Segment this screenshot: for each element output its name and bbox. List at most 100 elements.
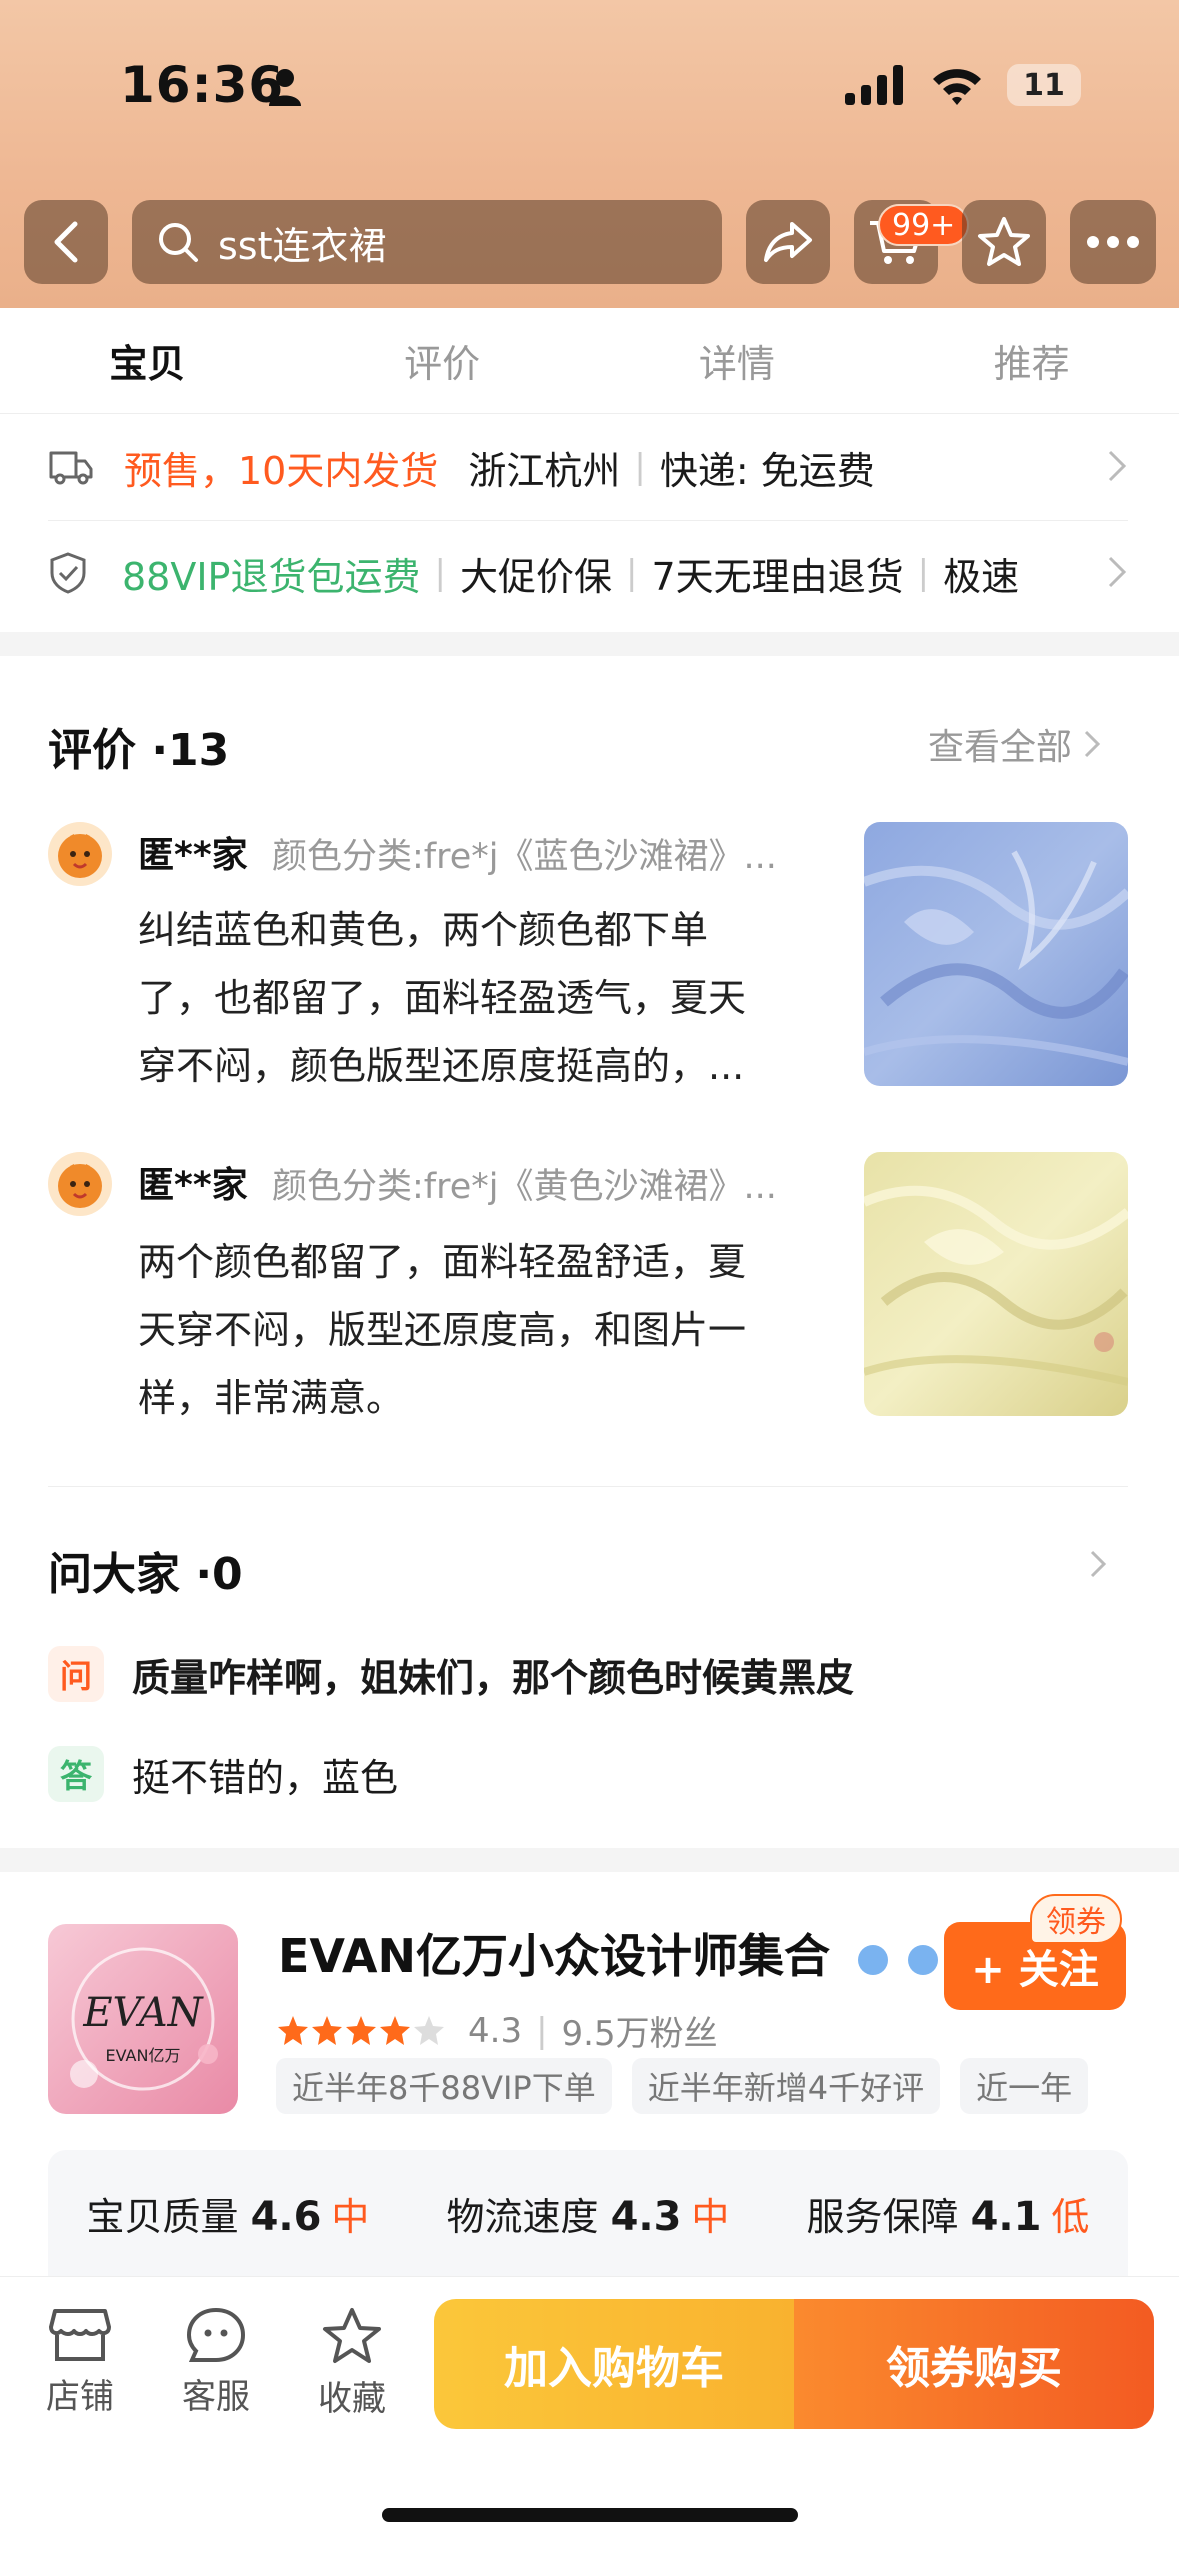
favorite-bottom-button[interactable]: 收藏 bbox=[292, 2307, 412, 2420]
review-line: 了，也都留了，面料轻盈透气，夏天 bbox=[138, 976, 747, 1020]
score-value: 4.1 bbox=[970, 2193, 1042, 2240]
signal-icon bbox=[845, 65, 903, 105]
tab-bar: 宝贝 评价 详情 推荐 bbox=[0, 308, 1179, 414]
shop-tag: 近半年8千88VIP下单 bbox=[276, 2058, 612, 2114]
status-indicators: 11 bbox=[845, 62, 1081, 108]
store-button[interactable]: 店铺 bbox=[20, 2307, 140, 2418]
share-button[interactable] bbox=[746, 200, 830, 284]
share-icon bbox=[764, 222, 812, 262]
presale-text: 预售，10天内发货 bbox=[124, 448, 439, 493]
tab-item[interactable]: 宝贝 bbox=[0, 308, 295, 413]
shop-name-text: EVAN亿万小众设计师集合 bbox=[278, 1929, 830, 1983]
review-spec: 颜色分类:fre*j《蓝色沙滩裙》... bbox=[272, 837, 777, 877]
chat-face-icon bbox=[186, 2307, 246, 2362]
review-text[interactable]: 两个颜色都留了，面料轻盈舒适，夏 天穿不闷，版型还原度高，和图片一 样，非常满意… bbox=[138, 1228, 798, 1432]
favorite-button[interactable] bbox=[962, 200, 1046, 284]
reviews-section: 评价 ·13 查看全部 匿**家 颜色分类:fre*j《蓝色沙滩裙》... 纠结… bbox=[0, 656, 1179, 1848]
score-logistics: 物流速度 4.3 中 bbox=[447, 2186, 730, 2241]
review-line: 天穿不闷，版型还原度高，和图片一 bbox=[138, 1308, 747, 1352]
score-value: 4.6 bbox=[250, 2193, 322, 2240]
separator: | bbox=[917, 553, 930, 593]
see-all-reviews-link[interactable]: 查看全部 bbox=[928, 718, 1102, 770]
score-value: 4.3 bbox=[610, 2193, 682, 2240]
separator: | bbox=[536, 2010, 548, 2051]
shipping-row[interactable]: 预售，10天内发货 浙江杭州 | 快递: 免运费 bbox=[48, 414, 1128, 520]
score-label: 物流速度 bbox=[446, 2194, 599, 2239]
vip-return-text: 88VIP退货包运费 bbox=[122, 554, 421, 599]
score-level: 低 bbox=[1051, 2194, 1090, 2239]
store-label: 店铺 bbox=[46, 2377, 114, 2417]
shop-rating: 4.3 | 9.5万粉丝 bbox=[276, 2006, 718, 2055]
search-text: sst连衣裙 bbox=[218, 223, 387, 268]
chevron-right-icon[interactable] bbox=[1088, 1548, 1108, 1580]
chevron-right-icon bbox=[1108, 450, 1127, 482]
coupon-buy-button[interactable]: 领券购买 bbox=[794, 2299, 1154, 2429]
location-text: 浙江杭州 bbox=[468, 448, 621, 493]
search-icon bbox=[159, 223, 198, 262]
question-text: 质量咋样啊，姐妹们，那个颜色时候黄黑皮 bbox=[132, 1655, 855, 1700]
battery-icon: 11 bbox=[1007, 64, 1081, 106]
services-row[interactable]: 88VIP退货包运费 | 大促价保 | 7天无理由退货 | 极速 bbox=[48, 520, 1128, 626]
shop-scores: 宝贝质量 4.6 中 物流速度 4.3 中 服务保障 4.1 低 bbox=[48, 2150, 1128, 2276]
score-label: 服务保障 bbox=[806, 2194, 959, 2239]
qa-answer-row[interactable]: 答 挺不错的，蓝色 bbox=[48, 1746, 398, 1802]
header: 16:36 11 sst连衣裙 99+ bbox=[0, 0, 1179, 308]
coupon-tag[interactable]: 领券 bbox=[1030, 1894, 1122, 1944]
see-all-label: 查看全部 bbox=[928, 727, 1073, 768]
truck-icon bbox=[49, 451, 93, 485]
store-icon bbox=[49, 2309, 111, 2361]
shop-logo[interactable]: EVAN EVAN亿万 bbox=[48, 1924, 238, 2114]
score-level: 中 bbox=[331, 2194, 370, 2239]
answer-icon: 答 bbox=[48, 1746, 104, 1802]
score-quality: 宝贝质量 4.6 中 bbox=[87, 2186, 370, 2241]
more-button[interactable] bbox=[1070, 200, 1156, 284]
balloon-badge-icon bbox=[858, 1944, 889, 1975]
reviewer-name: 匿**家 bbox=[138, 835, 248, 876]
star-icon bbox=[978, 217, 1030, 266]
star-outline-icon bbox=[323, 2308, 381, 2363]
shop-section: EVAN EVAN亿万 EVAN亿万小众设计师集合 + 关注 领券 4.3 | … bbox=[0, 1872, 1179, 2276]
blue-dress-photo bbox=[864, 822, 1128, 1086]
tab-details[interactable]: 详情 bbox=[590, 308, 885, 413]
shop-tag: 近一年 bbox=[960, 2058, 1089, 2114]
chevron-right-icon bbox=[1084, 730, 1101, 758]
review-line: 纠结蓝色和黄色，两个颜色都下单 bbox=[138, 908, 709, 952]
shop-name[interactable]: EVAN亿万小众设计师集合 bbox=[278, 1920, 939, 1986]
answer-text: 挺不错的，蓝色 bbox=[132, 1755, 399, 1800]
shield-icon bbox=[50, 552, 86, 594]
default-avatar-icon bbox=[58, 1164, 102, 1208]
star-rating-icon bbox=[278, 2015, 444, 2045]
score-level: 中 bbox=[691, 2194, 730, 2239]
review-photo-blue[interactable] bbox=[864, 822, 1128, 1086]
balloon-badge-icon bbox=[908, 1944, 939, 1975]
cart-badge: 99+ bbox=[878, 204, 970, 246]
shop-logo-subtext: EVAN亿万 bbox=[105, 2046, 181, 2065]
chevron-right-icon bbox=[1108, 556, 1127, 588]
score-service: 服务保障 4.1 低 bbox=[807, 2186, 1090, 2241]
price-protect-text: 大促价保 bbox=[459, 554, 612, 599]
separator: | bbox=[625, 553, 638, 593]
review-text[interactable]: 纠结蓝色和黄色，两个颜色都下单 了，也都留了，面料轻盈透气，夏天 穿不闷，颜色版… bbox=[138, 896, 798, 1100]
separator: | bbox=[434, 553, 446, 593]
default-avatar-icon bbox=[58, 834, 102, 878]
express-text: 快递: 免运费 bbox=[659, 448, 875, 493]
tab-recommend[interactable]: 推荐 bbox=[884, 308, 1179, 413]
no-reason-return-text: 7天无理由退货 bbox=[651, 554, 904, 599]
qa-title: 问大家 ·0 bbox=[48, 1549, 243, 1600]
customer-service-button[interactable]: 客服 bbox=[156, 2307, 276, 2418]
add-to-cart-button[interactable]: 加入购物车 bbox=[434, 2299, 794, 2429]
review-photo-yellow[interactable] bbox=[864, 1152, 1128, 1416]
status-time: 16:36 bbox=[120, 56, 285, 114]
back-button[interactable] bbox=[24, 200, 108, 284]
chevron-left-icon bbox=[54, 221, 78, 263]
avatar bbox=[48, 1152, 112, 1216]
search-box[interactable]: sst连衣裙 bbox=[132, 200, 722, 284]
favorite-label: 收藏 bbox=[318, 2379, 386, 2419]
fast-text: 极速 bbox=[943, 554, 1020, 599]
divider bbox=[48, 1486, 1128, 1487]
shop-tags: 近半年8千88VIP下单 近半年新增4千好评 近一年 bbox=[276, 2058, 1089, 2114]
avatar bbox=[48, 822, 112, 886]
qa-question-row[interactable]: 问 质量咋样啊，姐妹们，那个颜色时候黄黑皮 bbox=[48, 1646, 854, 1702]
separator: | bbox=[634, 447, 646, 487]
tab-reviews[interactable]: 评价 bbox=[295, 308, 590, 413]
